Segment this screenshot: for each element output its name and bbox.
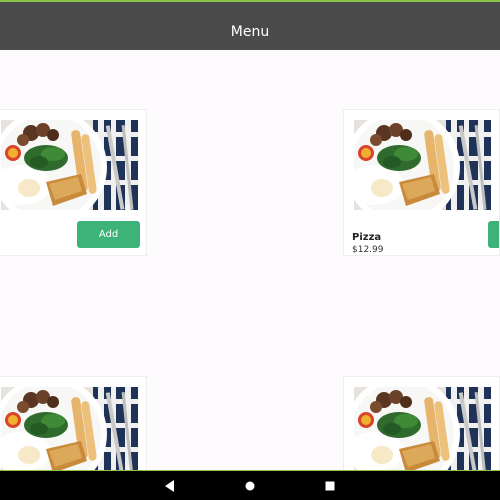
app-screen: Menu Add Pizza $12.99: [0, 0, 500, 500]
food-photo: [354, 387, 491, 477]
food-photo: [1, 387, 138, 477]
page-title: Menu: [230, 24, 270, 40]
item-price: $12.99: [352, 245, 384, 255]
recents-icon[interactable]: [321, 477, 339, 495]
system-navigation-bar: [0, 470, 500, 500]
food-photo: [1, 120, 138, 210]
add-button[interactable]: Add: [77, 221, 140, 248]
food-photo: [354, 120, 491, 210]
add-button[interactable]: [488, 221, 499, 248]
home-icon[interactable]: [241, 477, 259, 495]
menu-item-card[interactable]: Add: [0, 109, 147, 256]
app-bar: Menu: [0, 0, 500, 50]
item-name: Pizza: [352, 232, 382, 243]
back-icon[interactable]: [161, 477, 179, 495]
menu-item-card-pizza[interactable]: Pizza $12.99: [343, 109, 500, 256]
